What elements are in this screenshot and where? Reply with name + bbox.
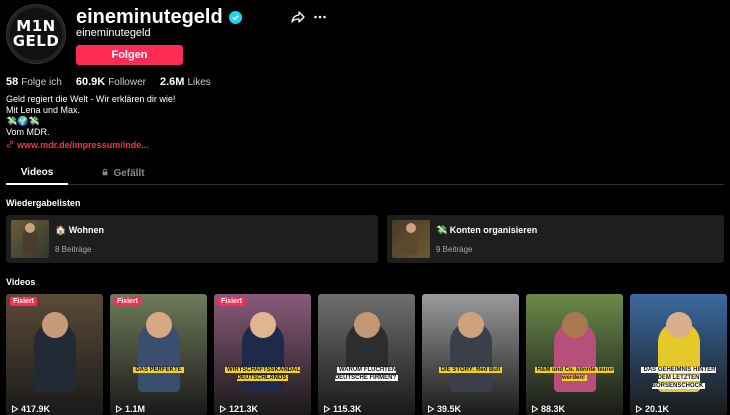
playlist-count: 8 Beiträge — [55, 244, 92, 254]
play-icon — [220, 405, 227, 413]
share-icon[interactable] — [291, 10, 305, 24]
profile-stats: 58 Folge ich 60.9K Follower 2.6M Likes — [6, 76, 211, 88]
video-caption: WIRTSCHAFTSSKANDAL DEUTSCHLANDS — [225, 367, 300, 381]
video-card[interactable]: DAS GEHEIMNIS HINTER DEM LETZTEN BÖRSENS… — [630, 294, 727, 415]
playlist-title: 💸 Konten organisieren — [436, 224, 538, 235]
playlist-card[interactable]: 💸 Konten organisieren 9 Beiträge — [387, 215, 724, 263]
stat-likes: 2.6M Likes — [159, 76, 211, 88]
more-options-icon[interactable] — [313, 10, 327, 24]
bio-line: Mit Lena und Max. — [6, 105, 81, 115]
videos-heading: Videos — [6, 277, 36, 287]
playlist-title: 🏠 Wohnen — [55, 224, 105, 235]
bio: Geld regiert die Welt - Wir erklären dir… — [6, 94, 175, 138]
profile-tabs: Videos Gefällt — [6, 161, 724, 185]
video-caption: DAS PERFEKTE — [133, 367, 184, 373]
playlist-thumbnail — [392, 220, 430, 258]
video-thumbnail-face — [42, 312, 68, 338]
link-icon — [6, 140, 14, 150]
pinned-badge: Fixiert — [218, 297, 246, 306]
video-view-count: 417.9K — [11, 404, 50, 414]
video-card[interactable]: H&M und Co. könnte teurer werden! 88.3K — [526, 294, 623, 415]
avatar-logo: M1N GELD — [10, 8, 62, 60]
play-icon — [324, 405, 331, 413]
tab-videos[interactable]: Videos — [6, 161, 68, 185]
play-icon — [636, 405, 643, 413]
tab-liked[interactable]: Gefällt — [68, 161, 178, 185]
playlist-thumbnail — [11, 220, 49, 258]
pinned-badge: Fixiert — [10, 297, 38, 306]
video-card[interactable]: WARUM FLÜCHTEN DEUTSCHE FIRMEN? 115.3K — [318, 294, 415, 415]
pinned-badge: Fixiert — [114, 297, 142, 306]
play-icon — [532, 405, 539, 413]
bio-line: Vom MDR. — [6, 127, 50, 137]
video-view-count: 1.1M — [115, 404, 145, 414]
follow-button[interactable]: Folgen — [76, 45, 183, 65]
video-thumbnail-face — [354, 312, 380, 338]
lock-icon — [101, 168, 109, 179]
username-row: eineminutegeld — [76, 6, 242, 29]
video-view-count: 121.3K — [219, 404, 258, 414]
video-card[interactable]: Fixiert DAS PERFEKTE 1.1M — [110, 294, 207, 415]
video-view-count: 88.3K — [531, 404, 565, 414]
video-thumbnail-face — [666, 312, 692, 338]
play-icon — [116, 405, 123, 413]
playlists-heading: Wiedergabelisten — [6, 198, 81, 208]
bio-link-text[interactable]: www.mdr.de/impressum/inde... — [17, 140, 149, 150]
playlist-count: 9 Beiträge — [436, 244, 473, 254]
video-caption: DAS GEHEIMNIS HINTER DEM LETZTEN BÖRSENS… — [641, 367, 716, 389]
avatar-text-bottom: GELD — [12, 32, 60, 50]
video-thumbnail-face — [146, 312, 172, 338]
video-card[interactable]: Fixiert 417.9K — [6, 294, 103, 415]
playlist-card[interactable]: 🏠 Wohnen 8 Beiträge — [6, 215, 378, 263]
video-card[interactable]: DIE STORY: Red Bull 39.5K — [422, 294, 519, 415]
bio-emoji-line: 💸🌍💸 — [6, 116, 40, 126]
play-icon — [12, 405, 19, 413]
video-caption: WARUM FLÜCHTEN DEUTSCHE FIRMEN? — [334, 367, 399, 381]
video-view-count: 20.1K — [635, 404, 669, 414]
video-card[interactable]: Fixiert WIRTSCHAFTSSKANDAL DEUTSCHLANDS 12… — [214, 294, 311, 415]
avatar[interactable]: M1N GELD — [6, 4, 66, 64]
verified-icon — [228, 11, 242, 24]
bio-line: Geld regiert die Welt - Wir erklären dir… — [6, 94, 176, 104]
video-view-count: 39.5K — [427, 404, 461, 414]
stat-followers[interactable]: 60.9K Follower — [76, 76, 146, 88]
video-thumbnail-face — [562, 312, 588, 338]
video-caption: H&M und Co. könnte teurer werden! — [534, 367, 615, 381]
nickname: eineminutegeld — [76, 27, 151, 39]
username: eineminutegeld — [76, 6, 223, 28]
video-thumbnail-face — [458, 312, 484, 338]
video-caption: DIE STORY: Red Bull — [438, 367, 503, 373]
video-view-count: 115.3K — [323, 404, 362, 414]
play-icon — [428, 405, 435, 413]
stat-following[interactable]: 58 Folge ich — [6, 76, 62, 88]
video-thumbnail-face — [250, 312, 276, 338]
bio-link[interactable]: www.mdr.de/impressum/inde... — [6, 140, 149, 150]
